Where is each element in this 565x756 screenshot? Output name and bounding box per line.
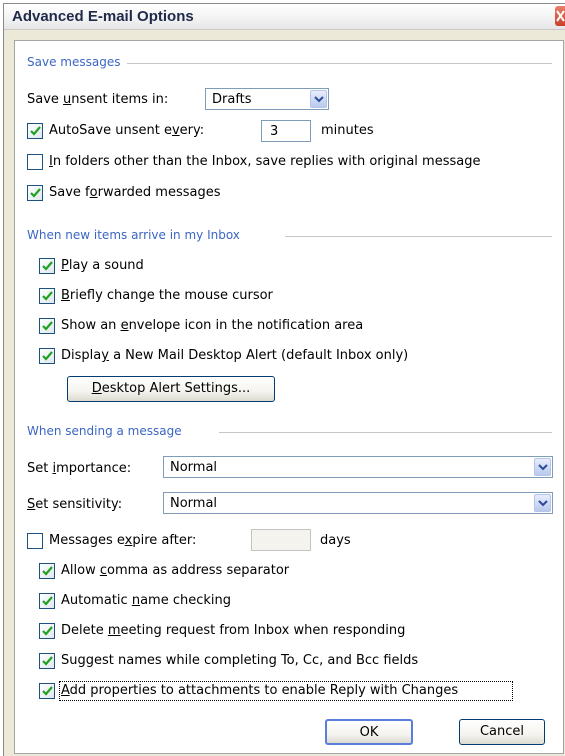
save-forwarded-checkbox[interactable] <box>27 185 43 201</box>
suggest-names-label: Suggest names while completing To, Cc, a… <box>61 653 419 668</box>
expire-unit: days <box>320 533 351 548</box>
change-cursor-label: Briefly change the mouse cursor <box>61 288 273 303</box>
save-forwarded-label: Save forwarded messages <box>49 185 221 200</box>
cancel-button[interactable]: Cancel <box>459 719 545 745</box>
add-properties-label: Add properties to attachments to enable … <box>61 683 459 698</box>
title-bar: Advanced E-mail Options <box>4 4 565 30</box>
autosave-minutes-input[interactable]: 3 <box>261 120 311 142</box>
section-divider <box>285 236 552 237</box>
delete-meeting-label: Delete meeting request from Inbox when r… <box>61 623 406 638</box>
save-unsent-label: Save unsent items in: <box>27 92 169 107</box>
sensitivity-label: Set sensitivity: <box>27 497 123 512</box>
chevron-down-icon[interactable] <box>534 458 551 476</box>
autosave-minutes-value: 3 <box>270 124 279 139</box>
advanced-email-options-dialog: Advanced E-mail Options Save messages Sa… <box>3 3 565 756</box>
sensitivity-value: Normal <box>170 496 218 511</box>
suggest-names-checkbox[interactable] <box>39 653 55 669</box>
envelope-icon-label: Show an envelope icon in the notificatio… <box>61 318 364 333</box>
save-unsent-folder-select[interactable]: Drafts <box>205 88 329 110</box>
save-replies-label: In folders other than the Inbox, save re… <box>49 154 481 169</box>
section-divider <box>127 63 552 64</box>
dialog-title: Advanced E-mail Options <box>12 8 194 25</box>
section-sending: When sending a message <box>27 424 182 438</box>
comma-separator-label: Allow comma as address separator <box>61 563 290 578</box>
importance-value: Normal <box>170 460 218 475</box>
ok-button[interactable]: OK <box>325 719 413 745</box>
desktop-alert-checkbox[interactable] <box>39 348 55 364</box>
desktop-alert-label: Display a New Mail Desktop Alert (defaul… <box>61 348 409 363</box>
close-button[interactable] <box>555 6 565 26</box>
autosave-checkbox[interactable] <box>27 123 43 139</box>
autosave-unit: minutes <box>321 123 374 138</box>
section-save-messages: Save messages <box>27 55 121 69</box>
save-unsent-folder-value: Drafts <box>212 92 252 107</box>
options-panel: Save messages Save unsent items in: Draf… <box>14 40 564 754</box>
section-new-items: When new items arrive in my Inbox <box>27 228 240 242</box>
sensitivity-select[interactable]: Normal <box>163 492 553 514</box>
comma-separator-checkbox[interactable] <box>39 563 55 579</box>
importance-select[interactable]: Normal <box>163 456 553 478</box>
chevron-down-icon[interactable] <box>534 494 551 512</box>
autosave-label: AutoSave unsent every: <box>49 123 205 138</box>
desktop-alert-settings-button[interactable]: Desktop Alert Settings... <box>67 376 275 402</box>
expire-days-input[interactable] <box>251 529 311 551</box>
name-checking-checkbox[interactable] <box>39 593 55 609</box>
play-sound-label: Play a sound <box>61 258 144 273</box>
save-replies-checkbox[interactable] <box>27 154 43 170</box>
add-properties-checkbox[interactable] <box>39 683 55 699</box>
messages-expire-label: Messages expire after: <box>49 533 197 548</box>
play-sound-checkbox[interactable] <box>39 258 55 274</box>
delete-meeting-checkbox[interactable] <box>39 623 55 639</box>
importance-label: Set importance: <box>27 461 132 476</box>
section-divider <box>219 432 552 433</box>
chevron-down-icon[interactable] <box>310 90 327 108</box>
name-checking-label: Automatic name checking <box>61 593 231 608</box>
envelope-icon-checkbox[interactable] <box>39 318 55 334</box>
change-cursor-checkbox[interactable] <box>39 288 55 304</box>
messages-expire-checkbox[interactable] <box>27 533 43 549</box>
